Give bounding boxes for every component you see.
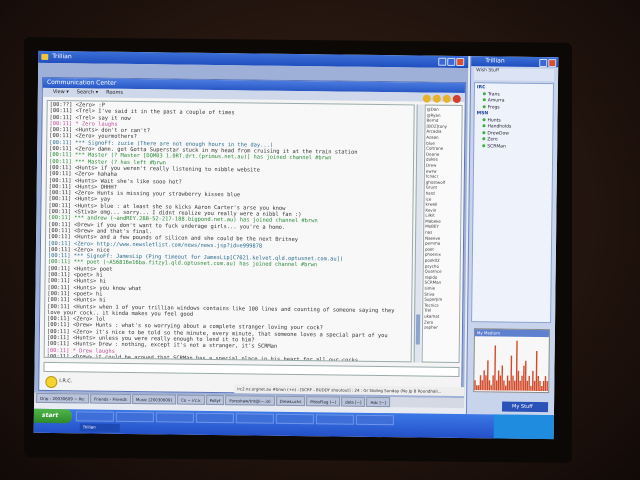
meter-bar [544, 376, 547, 392]
contact-list-title: Trillian [485, 57, 505, 65]
screen: Trillian Communication Center View ▾ Sea… [33, 50, 559, 440]
meter-bar [537, 375, 539, 391]
meter-bar [508, 380, 511, 391]
taskbar-button[interactable] [235, 413, 274, 424]
meter-bar [512, 375, 514, 391]
meter-bar [481, 380, 483, 391]
my-stuff-button[interactable]: My Stuff [501, 401, 549, 413]
meter-bar [476, 385, 478, 391]
minimize-icon[interactable] [438, 57, 447, 66]
history-icon[interactable] [442, 94, 451, 103]
meter-bar [503, 380, 505, 391]
system-tray [493, 414, 554, 440]
start-button[interactable]: start [33, 408, 72, 424]
window-tab[interactable]: Foreshaw/tnt@(~.io) [225, 395, 275, 406]
taskbar-button[interactable] [355, 414, 394, 426]
meter-bar [490, 385, 492, 391]
meter-bar [494, 345, 497, 391]
meter-bar [513, 380, 516, 391]
meter-bar [477, 385, 480, 391]
contact-status-area[interactable]: Wish Stuff [474, 68, 555, 82]
contact-item[interactable]: SCRMan [476, 144, 550, 151]
window-tab[interactable]: dela [~] [341, 396, 366, 407]
quicklaunch-item[interactable]: Trillian [79, 423, 120, 432]
meter-bar [474, 380, 476, 391]
meter-bar [531, 370, 534, 391]
menu-rooms[interactable]: Rooms [106, 89, 123, 98]
meter-bar [515, 340, 518, 391]
menu-view[interactable]: View ▾ [53, 88, 69, 97]
meter-bar [519, 380, 521, 391]
communication-center-title: Communication Center [46, 78, 117, 87]
meter-bar [528, 375, 530, 391]
meter-bar [539, 380, 541, 391]
window-tab[interactable]: MrbsFlag (~) [306, 396, 341, 407]
window-tab[interactable]: Music [20030609] [131, 394, 177, 405]
meter-bar [479, 375, 482, 391]
meter-bar [542, 381, 545, 392]
window-tab[interactable]: Drip - 20030609 ~ Re: [36, 392, 90, 404]
close-tab-icon[interactable] [452, 94, 461, 104]
minimize-icon[interactable] [539, 58, 548, 68]
taskbar-button[interactable] [195, 412, 234, 424]
nick-list[interactable]: @Dan @Ryan Bernd [BOZ]tony Arcadia Azaan blue C… [421, 104, 463, 364]
meter-bar [517, 370, 520, 391]
meter-bar [499, 375, 502, 391]
meter-bar [526, 380, 529, 391]
contact-tree: IRC Trans Amurra Frogs MSN Hunts Handholds Drew… [471, 82, 554, 324]
contact-list-titlebar: Trillian [471, 56, 559, 68]
meter-bar [524, 360, 527, 391]
meter-bar [521, 375, 523, 391]
menu-search[interactable]: Search ▾ [77, 88, 98, 97]
meter-bar [485, 375, 487, 391]
meter-bar [504, 385, 507, 391]
taskbar-items [75, 411, 394, 426]
maximize-icon[interactable] [447, 57, 456, 66]
trillian-window-controls [438, 57, 465, 67]
emoticon-icon[interactable] [422, 94, 431, 103]
meter-bar [497, 370, 500, 391]
communication-center-window: Communication Center View ▾ Search ▾ Roo… [38, 76, 467, 397]
taskbar-button[interactable] [315, 414, 354, 425]
contact-window-controls [539, 58, 557, 68]
trillian-app-icon [41, 53, 49, 60]
taskbar-button[interactable] [75, 411, 114, 422]
taskbar-button[interactable] [115, 411, 154, 423]
meter-bar [501, 365, 504, 391]
window-tab[interactable]: Pollyf [205, 394, 225, 406]
meter-bar [522, 365, 525, 391]
meter-bar [483, 370, 485, 391]
settings-icon[interactable] [432, 94, 441, 103]
meter-bar [533, 380, 536, 391]
nick-item[interactable]: zepher [424, 325, 458, 331]
taskbar-button[interactable] [155, 412, 194, 423]
trillian-title: Trillian [52, 53, 72, 61]
meter-bar [506, 375, 509, 391]
meter-bar [495, 380, 498, 391]
window-tab[interactable]: Co ~ irc.k [176, 394, 205, 405]
window-tab[interactable]: Hdc [~] [366, 396, 391, 408]
close-icon[interactable] [548, 59, 557, 68]
medium-meter-window: My Medium [473, 328, 550, 394]
communication-center-toolbar [422, 94, 461, 104]
window-tab[interactable]: Friends - Friends [90, 393, 131, 404]
meter-bar [546, 381, 548, 392]
meter-bar [488, 380, 491, 391]
chat-log: [00:??] <Zero> :P [00:11] <Trel> I've sai… [43, 99, 415, 363]
meter-bar [535, 350, 538, 391]
meter-bar [530, 385, 532, 391]
meter-bar [486, 360, 489, 391]
window-tab[interactable]: DrewLucks [275, 395, 306, 407]
scrollbar-thumb[interactable] [415, 314, 421, 345]
meter-graph [474, 340, 548, 392]
taskbar-button[interactable] [275, 413, 314, 425]
meter-bar [510, 355, 513, 391]
meter-bar [541, 386, 543, 392]
close-icon[interactable] [456, 57, 465, 67]
meter-bar [492, 375, 494, 391]
contact-list-window: Trillian Wish Stuff IRC Trans Amurra Frogs M… [465, 56, 559, 416]
